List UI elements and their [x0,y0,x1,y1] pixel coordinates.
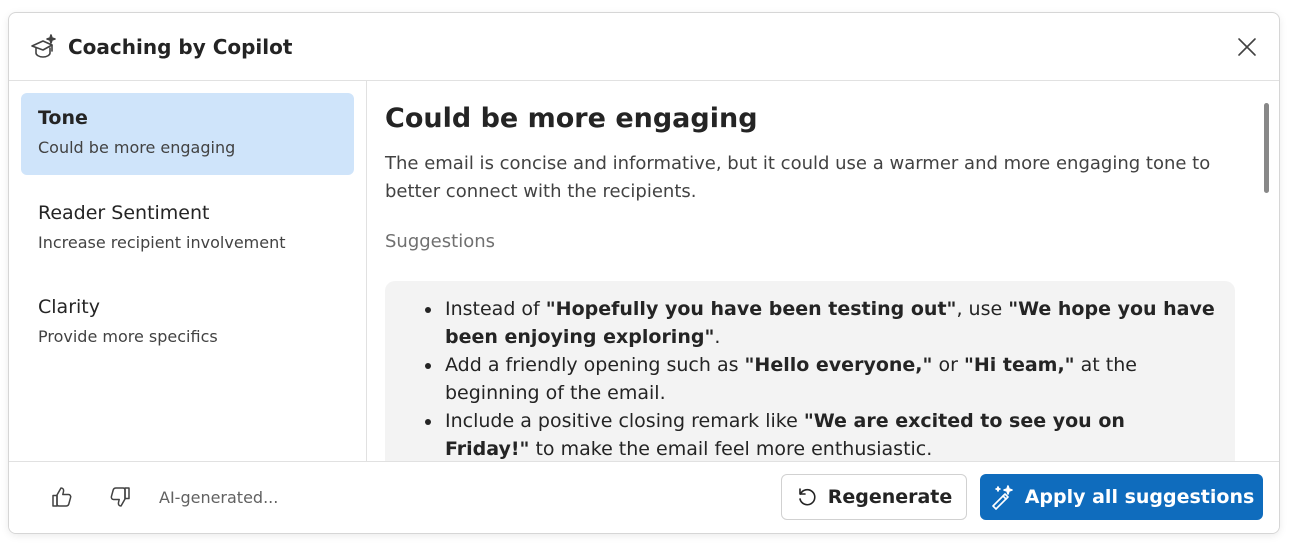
apply-all-suggestions-label: Apply all suggestions [1024,486,1255,508]
refresh-icon [796,486,818,508]
sidebar-item-title: Tone [38,107,88,129]
apply-all-suggestions-button[interactable]: Apply all suggestions [980,474,1263,520]
suggestions-box: Instead of "Hopefully you have been test… [385,281,1235,463]
sidebar-item-tone[interactable]: Tone Could be more engaging [21,93,354,175]
sidebar-item-subtitle: Provide more specifics [38,327,218,346]
sidebar-item-clarity[interactable]: Clarity Provide more specifics [21,282,354,364]
dialog-footer: AI-generated... Regenerate Apply all sug… [9,461,1279,533]
suggestions-list: Instead of "Hopefully you have been test… [425,295,1215,463]
regenerate-button[interactable]: Regenerate [781,474,967,520]
detail-panel[interactable]: Could be more engaging The email is conc… [367,81,1279,463]
suggestion-item: Add a friendly opening such as "Hello ev… [425,351,1215,407]
dialog-title: Coaching by Copilot [68,34,293,59]
dialog-header: Coaching by Copilot [9,13,1279,81]
suggestions-heading: Suggestions [385,231,495,252]
regenerate-label: Regenerate [827,486,953,508]
sidebar-item-title: Reader Sentiment [38,202,210,224]
graduation-cap-sparkle-icon [29,32,59,62]
detail-heading: Could be more engaging [385,103,758,134]
ai-generated-label: AI-generated... [159,488,279,507]
sidebar-item-subtitle: Increase recipient involvement [38,233,286,252]
sidebar-item-subtitle: Could be more engaging [38,138,236,157]
detail-description: The email is concise and informative, bu… [385,153,1211,202]
close-icon[interactable] [1235,35,1259,59]
thumbs-down-icon[interactable] [107,484,133,510]
scrollbar-thumb[interactable] [1264,103,1269,193]
magic-wand-icon [989,484,1015,510]
suggestion-item: Instead of "Hopefully you have been test… [425,295,1215,351]
thumbs-up-icon[interactable] [49,484,75,510]
coaching-dialog: Coaching by Copilot Tone Could be more e… [8,12,1280,534]
sidebar-item-title: Clarity [38,296,100,318]
suggestion-item: Include a positive closing remark like "… [425,407,1215,463]
category-sidebar: Tone Could be more engaging Reader Senti… [9,81,367,463]
sidebar-item-reader-sentiment[interactable]: Reader Sentiment Increase recipient invo… [21,188,354,270]
